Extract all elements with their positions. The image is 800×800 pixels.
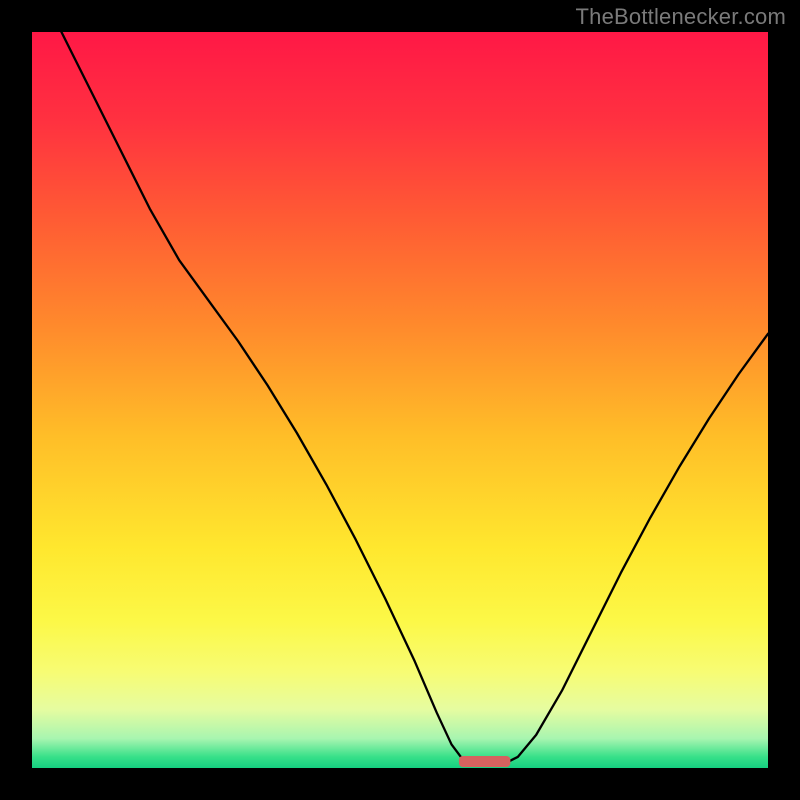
optimal-zone-marker <box>459 756 511 767</box>
chart-plot-area <box>32 32 768 768</box>
chart-container: TheBottlenecker.com <box>0 0 800 800</box>
chart-svg <box>32 32 768 768</box>
gradient-background <box>32 32 768 768</box>
watermark-text: TheBottlenecker.com <box>576 4 786 30</box>
